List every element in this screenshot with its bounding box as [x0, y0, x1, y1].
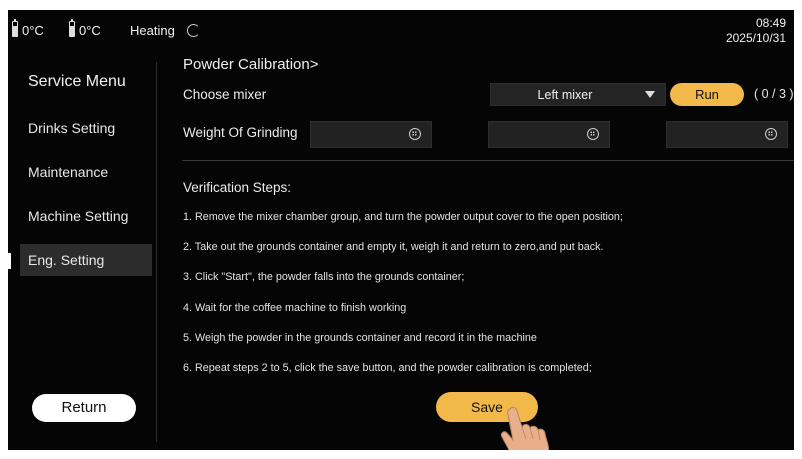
run-counter: ( 0 / 3 ): [754, 87, 794, 101]
loading-spinner-icon: [187, 24, 200, 37]
step-item: 5. Weigh the powder in the grounds conta…: [183, 332, 537, 344]
sidebar-item-maintenance[interactable]: Maintenance: [20, 156, 152, 188]
sidebar-item-eng-setting[interactable]: Eng. Setting: [20, 244, 152, 276]
status-bar: 0°C 0°C Heating 08:49 2025/10/31: [8, 10, 794, 52]
battery-icon: [12, 19, 18, 37]
section-divider: [182, 160, 794, 161]
sidebar-item-drinks-setting[interactable]: Drinks Setting: [20, 112, 152, 144]
mixer-select-value: Left mixer: [537, 88, 593, 102]
step-item: 4. Wait for the coffee machine to finish…: [183, 302, 407, 314]
page-title: Powder Calibration>: [183, 56, 319, 73]
heating-status: Heating: [130, 23, 175, 38]
clock: 08:49 2025/10/31: [726, 16, 786, 46]
screen: 0°C 0°C Heating 08:49 2025/10/31 Service…: [8, 10, 794, 450]
hand-pointer-icon: [501, 406, 549, 450]
dropdown-caret-icon: [645, 91, 655, 98]
clock-time: 08:49: [755, 16, 786, 30]
keyboard-icon[interactable]: [587, 128, 599, 140]
active-item-marker: [8, 253, 11, 269]
sidebar-divider: [156, 62, 157, 442]
temperature-2: 0°C: [79, 23, 101, 38]
verification-steps-title: Verification Steps:: [183, 180, 292, 195]
clock-date: 2025/10/31: [725, 31, 786, 45]
return-button[interactable]: Return: [32, 394, 136, 422]
sidebar-title: Service Menu: [28, 73, 126, 90]
step-item: 3. Click "Start", the powder falls into …: [183, 271, 465, 283]
sidebar-item-machine-setting[interactable]: Machine Setting: [20, 200, 152, 232]
step-item: 1. Remove the mixer chamber group, and t…: [183, 211, 623, 223]
weight-field-3[interactable]: [666, 121, 788, 148]
weight-field-2[interactable]: [488, 121, 610, 148]
weight-of-grinding-label: Weight Of Grinding: [183, 125, 298, 140]
step-item: 2. Take out the grounds container and em…: [183, 241, 604, 253]
temperature-1: 0°C: [22, 23, 44, 38]
keyboard-icon[interactable]: [765, 128, 777, 140]
choose-mixer-label: Choose mixer: [183, 87, 267, 102]
keyboard-icon[interactable]: [409, 128, 421, 140]
run-button[interactable]: Run: [670, 83, 744, 106]
step-item: 6. Repeat steps 2 to 5, click the save b…: [183, 362, 592, 374]
mixer-select[interactable]: Left mixer: [490, 83, 666, 106]
battery-icon: [69, 19, 75, 37]
weight-field-1[interactable]: [310, 121, 432, 148]
